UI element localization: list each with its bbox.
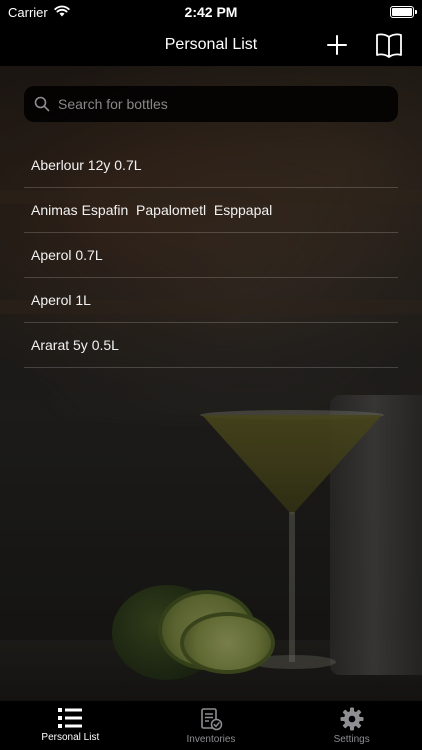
list-item[interactable]: Aperol 0.7L	[24, 233, 398, 278]
search-icon	[34, 96, 50, 112]
tab-bar: Personal List Inventories Settings	[0, 700, 422, 750]
plus-icon	[327, 35, 347, 55]
page-title: Personal List	[164, 36, 258, 53]
battery-icon	[390, 6, 417, 18]
wifi-icon	[54, 5, 70, 20]
catalog-button[interactable]	[374, 30, 404, 60]
carrier-label: Carrier	[8, 4, 48, 20]
tab-inventories[interactable]: Inventories	[141, 701, 282, 750]
navigation-bar: Personal List	[0, 24, 422, 66]
book-icon	[376, 33, 402, 58]
list-item-label: Aberlour 12y 0.7L	[31, 157, 142, 173]
list-item-label: Ararat 5y 0.5L	[31, 337, 119, 353]
status-bar: Carrier 2:42 PM	[0, 0, 422, 24]
add-bottle-button[interactable]	[322, 30, 352, 60]
tab-label: Inventories	[186, 734, 236, 745]
list-icon	[58, 708, 83, 728]
tab-settings[interactable]: Settings	[281, 701, 422, 750]
tab-label: Personal List	[41, 732, 100, 743]
list-item[interactable]: Aperol 1L	[24, 278, 398, 323]
search-input[interactable]	[58, 96, 378, 112]
list-item-label: Animas Espafin Papalometl Esppapal	[31, 202, 273, 218]
tab-label: Settings	[333, 734, 370, 745]
gear-icon	[340, 707, 364, 731]
tab-personal-list[interactable]: Personal List	[0, 701, 141, 750]
list-item-label: Aperol 1L	[31, 292, 91, 308]
clipboard-check-icon	[201, 708, 223, 731]
status-left: Carrier	[8, 5, 70, 20]
list-item-label: Aperol 0.7L	[31, 247, 103, 263]
bottle-list: Aberlour 12y 0.7L Animas Espafin Papalom…	[24, 143, 398, 368]
list-item[interactable]: Aberlour 12y 0.7L	[24, 143, 398, 188]
list-item[interactable]: Animas Espafin Papalometl Esppapal	[24, 188, 398, 233]
list-item[interactable]: Ararat 5y 0.5L	[24, 323, 398, 368]
search-bar[interactable]	[24, 86, 398, 122]
nav-actions	[322, 30, 404, 60]
